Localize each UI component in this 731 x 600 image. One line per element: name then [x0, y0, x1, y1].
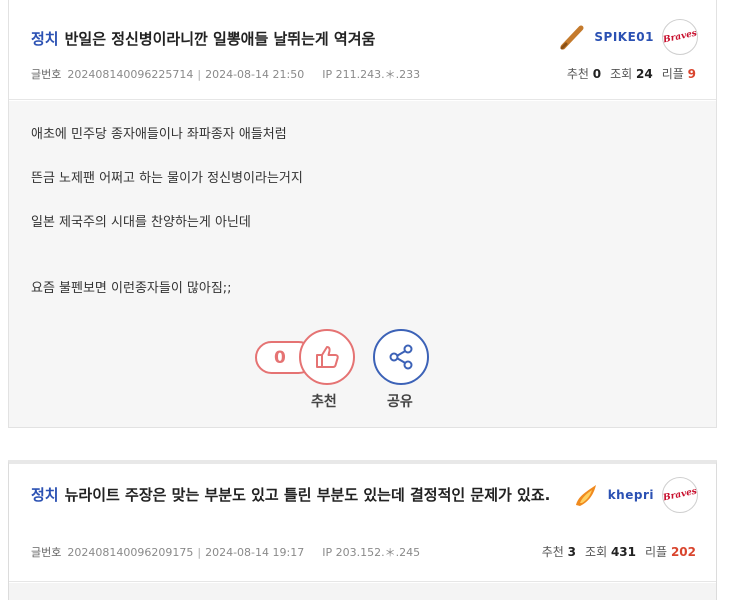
view-stat-label: 조회 — [610, 67, 633, 81]
thumbs-up-icon[interactable] — [299, 329, 355, 385]
post-category[interactable]: 정치 — [31, 30, 59, 48]
recommend-stat-label: 추천 — [541, 545, 564, 559]
reply-stat-label: 리플 — [645, 545, 668, 559]
post-title-text: 뉴라이트 주장은 맞는 부분도 있고 틀린 부분도 있는데 결정적인 문제가 있… — [64, 486, 551, 504]
reply-count[interactable]: 9 — [688, 67, 696, 81]
avatar[interactable]: Braves — [662, 19, 698, 55]
post-title[interactable]: 정치 뉴라이트 주장은 맞는 부분도 있고 틀린 부분도 있는데 결정적인 문제가… — [31, 482, 551, 509]
recommend-stat-label: 추천 — [566, 67, 589, 81]
divider: | — [197, 68, 202, 81]
avatar-logo-text: Braves — [662, 486, 698, 504]
post-card: 정치 뉴라이트 주장은 맞는 부분도 있고 틀린 부분도 있는데 결정적인 문제가… — [8, 460, 717, 600]
post-title-text: 반일은 정신병이라니깐 일뽕애들 날뛰는게 역겨움 — [64, 30, 376, 48]
share-button[interactable] — [373, 329, 429, 385]
post-number: 202408140096225714 — [67, 68, 194, 81]
post-body — [9, 583, 716, 600]
ip-address: 211.243.＊.233 — [335, 68, 421, 81]
post-card: 정치 반일은 정신병이라니깐 일뽕애들 날뛰는게 역겨움 글번호 202408140… — [8, 0, 717, 428]
ip-label: IP — [322, 68, 333, 81]
divider: | — [197, 546, 202, 559]
post-meta: 글번호 202408140096209175 | 2024-08-14 19:17 IP… — [31, 544, 420, 560]
author-nickname[interactable]: khepri — [608, 488, 654, 502]
reply-count[interactable]: 202 — [671, 545, 696, 559]
recommend-label: 추천 — [311, 394, 337, 410]
body-line: 뜬금 노제팬 어쩌고 하는 물이가 정신병이라는거지 — [31, 171, 303, 186]
view-count: 24 — [636, 67, 653, 81]
post-title[interactable]: 정치 반일은 정신병이라니깐 일뽕애들 날뛰는게 역겨움 — [31, 26, 511, 53]
post-number-label: 글번호 — [31, 546, 62, 559]
recommend-button[interactable]: 0 — [255, 329, 355, 385]
ip-label: IP — [322, 546, 333, 559]
recommend-count: 3 — [567, 545, 577, 559]
post-body: 애초에 민주당 종자애들이나 좌파종자 애들처럼 뜬금 노제팬 어쩌고 하는 물… — [9, 101, 716, 427]
author-info[interactable]: khepri Braves — [572, 477, 698, 513]
body-line: 애초에 민주당 종자애들이나 좌파종자 애들처럼 — [31, 127, 287, 142]
post-stats: 추천 0 조회 24 리플 9 — [567, 65, 696, 82]
post-date: 2024-08-14 21:50 — [205, 68, 305, 81]
post-number-label: 글번호 — [31, 68, 62, 81]
recommend-count: 0 — [592, 67, 602, 81]
body-line: 요즘 불펜보면 이런종자들이 많아짐;; — [31, 281, 232, 296]
body-line: 일본 제국주의 시대를 찬양하는게 아닌데 — [31, 215, 251, 230]
view-stat-label: 조회 — [585, 545, 608, 559]
share-label: 공유 — [387, 394, 413, 410]
reply-stat-label: 리플 — [661, 67, 684, 81]
post-number: 202408140096209175 — [67, 546, 194, 559]
post-stats: 추천 3 조회 431 리플 202 — [542, 543, 696, 560]
ip-address: 203.152.＊.245 — [335, 546, 421, 559]
post-meta: 글번호 202408140096225714 | 2024-08-14 21:50 IP… — [31, 66, 420, 82]
recommend-button-count: 0 — [274, 348, 286, 368]
post-date: 2024-08-14 19:17 — [205, 546, 305, 559]
avatar[interactable]: Braves — [662, 477, 698, 513]
view-count: 431 — [610, 545, 637, 559]
post-header: 정치 뉴라이트 주장은 맞는 부분도 있고 틀린 부분도 있는데 결정적인 문제가… — [9, 464, 716, 582]
author-info[interactable]: SPIKE01 Braves — [558, 19, 698, 55]
share-icon — [389, 344, 413, 370]
flame-icon — [575, 485, 596, 506]
baseball-bat-icon — [560, 25, 584, 50]
avatar-logo-text: Braves — [662, 28, 698, 46]
post-category[interactable]: 정치 — [31, 486, 59, 504]
author-nickname[interactable]: SPIKE01 — [594, 30, 654, 44]
post-header: 정치 반일은 정신병이라니깐 일뽕애들 날뛰는게 역겨움 글번호 202408140… — [9, 0, 716, 100]
